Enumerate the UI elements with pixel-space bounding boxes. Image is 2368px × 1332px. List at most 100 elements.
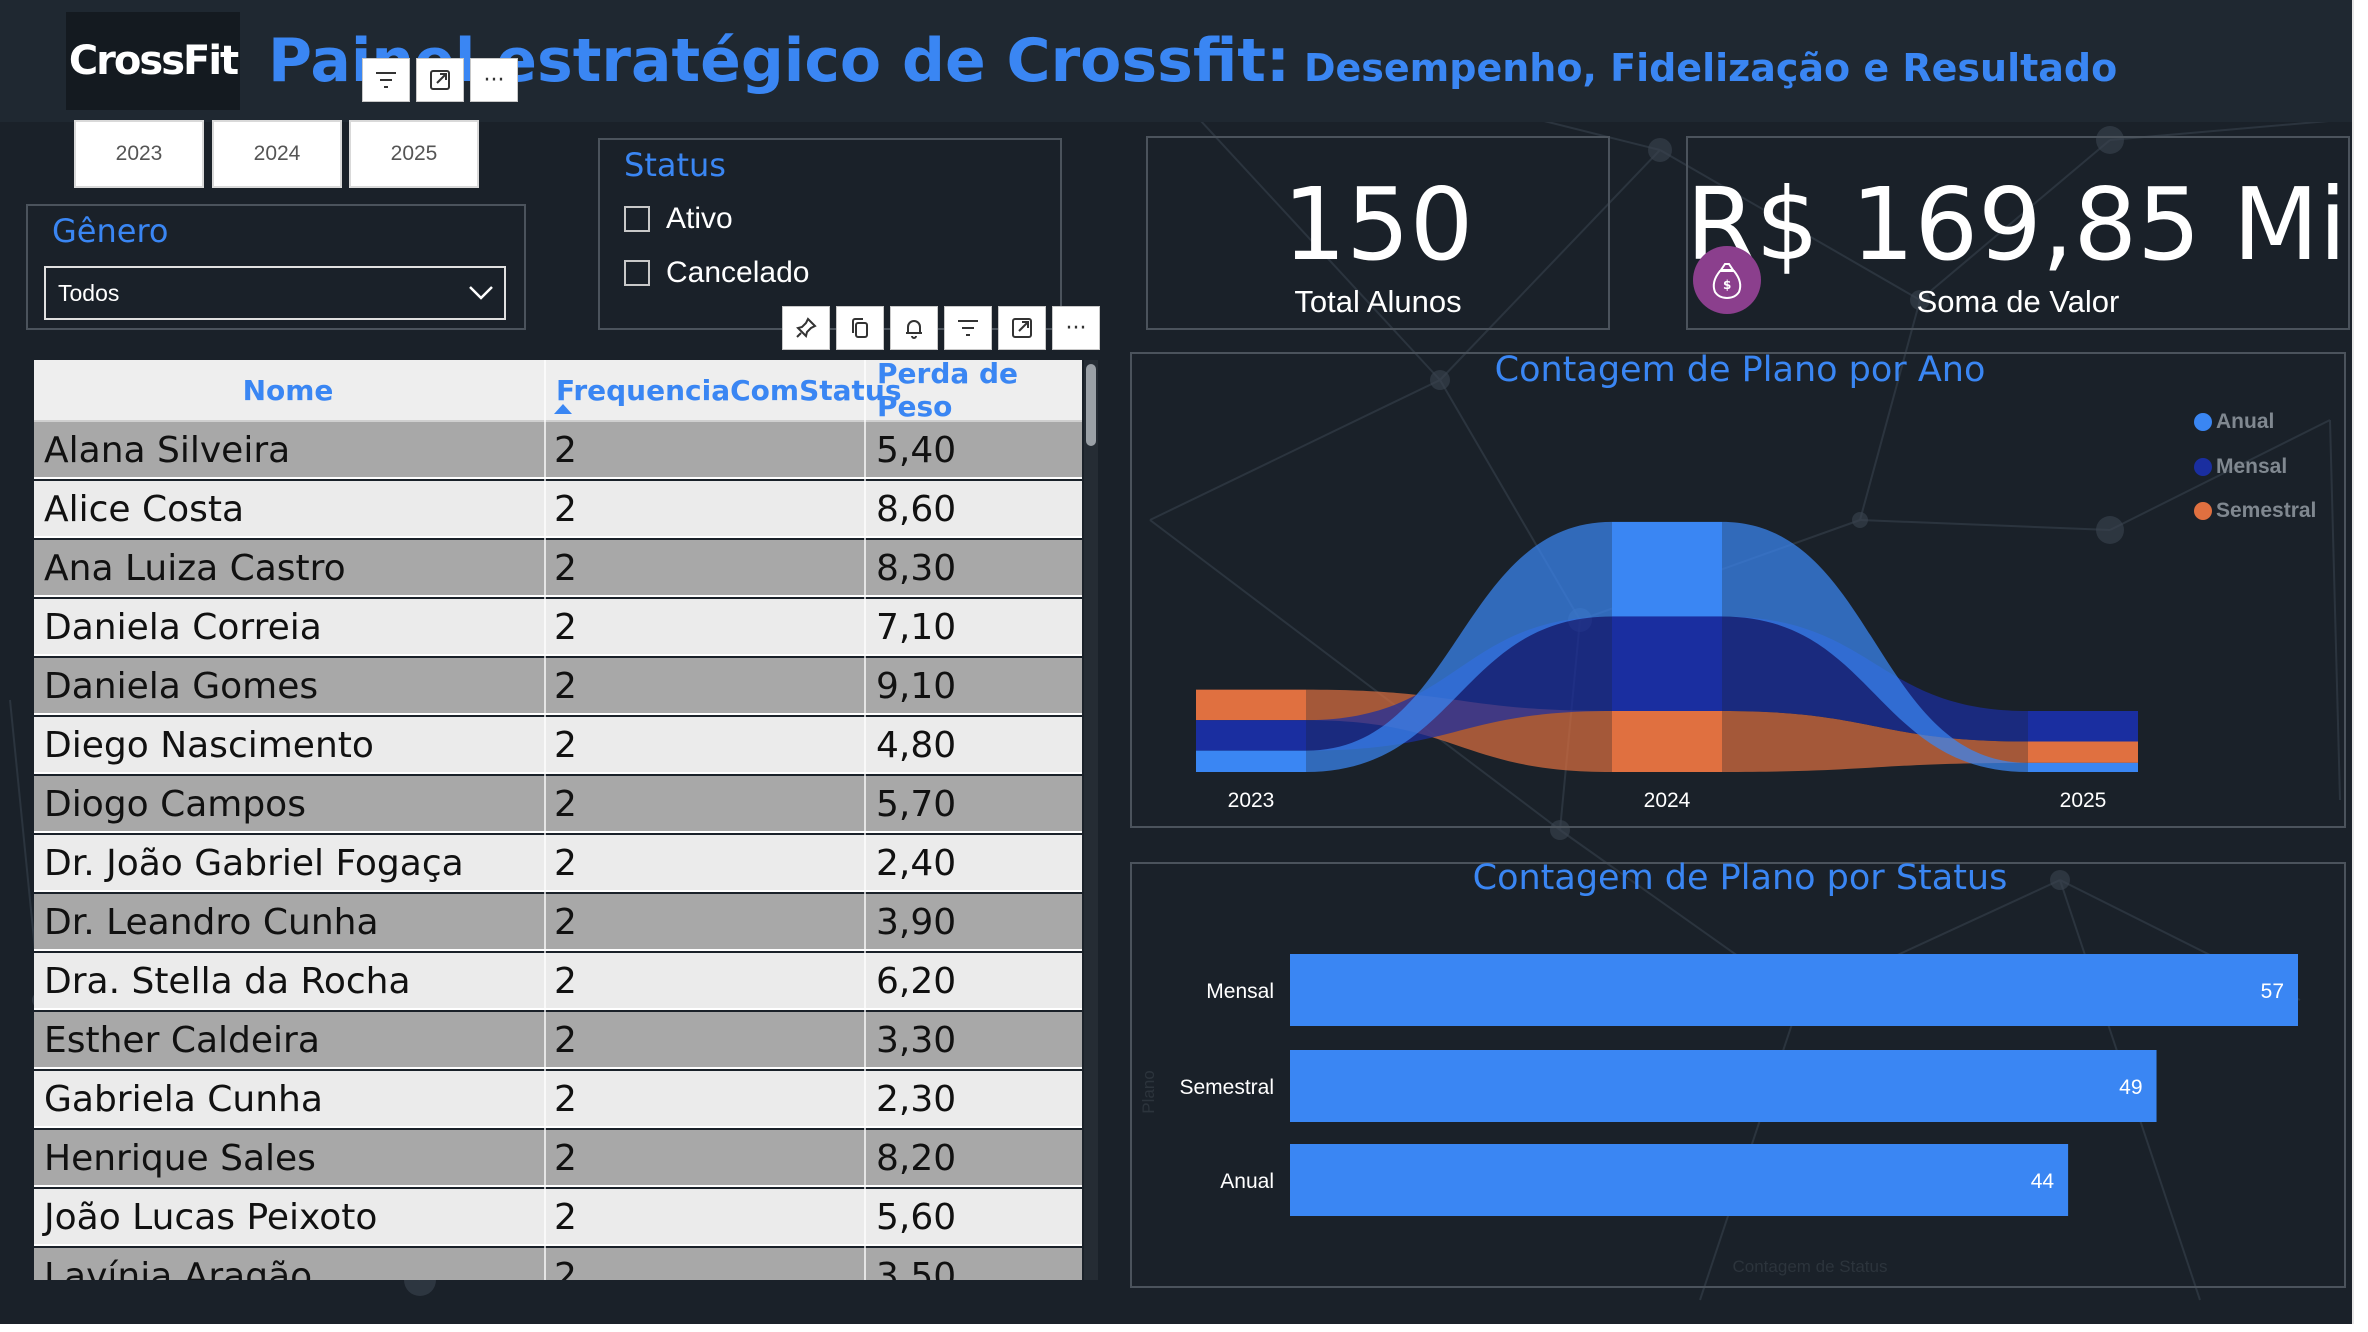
status-option-cancelado[interactable]: Cancelado [624, 256, 809, 290]
ribbon-segment-anual-2025[interactable] [2028, 762, 2138, 772]
table-row[interactable]: Alice Costa 2 8,60 [34, 481, 1082, 538]
kpi-value: R$ 169,85 Mil [1686, 166, 2354, 283]
ribbon-segment-mensal-2023[interactable] [1196, 720, 1306, 751]
legend-item-anual[interactable]: Anual [2194, 410, 2274, 434]
table-header: Nome FrequenciaComStatus Perda de Peso [34, 360, 1082, 423]
table-row[interactable]: João Lucas Peixoto 2 5,60 [34, 1189, 1082, 1246]
y-axis-title: Plano [1139, 1070, 1158, 1113]
table-row[interactable]: Alana Silveira 2 5,40 [34, 422, 1082, 479]
copy-icon[interactable] [836, 306, 884, 350]
table-scrollbar[interactable] [1084, 360, 1098, 1280]
column-divider [864, 360, 866, 1280]
y-tick-label: Anual [1220, 1170, 1274, 1193]
cell-frequencia: 2 [554, 725, 577, 766]
table-row[interactable]: Daniela Correia 2 7,10 [34, 599, 1082, 656]
cell-perda-de-peso: 2,40 [876, 843, 957, 884]
column-header-frequencia[interactable]: FrequenciaComStatus [556, 360, 902, 420]
table-row[interactable]: Diogo Campos 2 5,70 [34, 776, 1082, 833]
status-option-ativo[interactable]: Ativo [624, 202, 733, 236]
cell-nome: Diego Nascimento [44, 725, 374, 766]
cell-frequencia: 2 [554, 843, 577, 884]
x-tick-label: 2025 [2060, 789, 2107, 812]
cell-perda-de-peso: 5,60 [876, 1197, 957, 1238]
legend-item-mensal[interactable]: Mensal [2194, 455, 2287, 479]
year-option-2025[interactable]: 2025 [349, 120, 479, 188]
column-header-perda-de-peso[interactable]: Perda de Peso [877, 360, 1082, 423]
pin-icon[interactable] [782, 306, 830, 350]
money-bag-icon: $ [1693, 246, 1761, 314]
cell-nome: Ana Luiza Castro [44, 548, 346, 589]
cell-frequencia: 2 [554, 784, 577, 825]
bar-mensal[interactable] [1290, 954, 2298, 1026]
data-label: 49 [2119, 1076, 2142, 1099]
table-row[interactable]: Laví­nia Aragão 2 3,50 [34, 1248, 1082, 1280]
ribbon-segment-mensal-2025[interactable] [2028, 711, 2138, 742]
cell-frequencia: 2 [554, 961, 577, 1002]
table-row[interactable]: Dr. João Gabriel Fogaça 2 2,40 [34, 835, 1082, 892]
cell-frequencia: 2 [554, 489, 577, 530]
checkbox[interactable] [624, 206, 650, 232]
cell-frequencia: 2 [554, 1020, 577, 1061]
cell-nome: Esther Caldeira [44, 1020, 320, 1061]
year-option-2024[interactable]: 2024 [212, 120, 342, 188]
cell-nome: Gabriela Cunha [44, 1079, 323, 1120]
ribbon-segment-semestral-2025[interactable] [2028, 741, 2138, 763]
cell-nome: Alice Costa [44, 489, 245, 530]
cell-frequencia: 2 [554, 1079, 577, 1120]
gender-dropdown-value: Todos [58, 279, 120, 306]
cell-nome: Laví­nia Aragão [44, 1256, 313, 1280]
table-row[interactable]: Henrique Sales 2 8,20 [34, 1130, 1082, 1187]
legend-marker [2194, 458, 2212, 476]
table-row[interactable]: Daniela Gomes 2 9,10 [34, 658, 1082, 715]
status-option-label: Cancelado [666, 256, 810, 289]
year-option-2023[interactable]: 2023 [74, 120, 204, 188]
filter-icon[interactable] [362, 58, 410, 102]
bar-anual[interactable] [1290, 1144, 2069, 1216]
ribbon-segment-mensal-2024[interactable] [1612, 616, 1722, 711]
ribbon-segment-anual-2023[interactable] [1196, 750, 1306, 772]
ribbon-segment-semestral-2023[interactable] [1196, 689, 1306, 721]
cell-nome: Henrique Sales [44, 1138, 316, 1179]
legend-label: Anual [2216, 410, 2275, 433]
kpi-label: Total Alunos [1294, 284, 1462, 319]
alert-bell-icon[interactable] [890, 306, 938, 350]
crossfit-logo: CrossFit [66, 12, 240, 110]
more-options-icon[interactable]: ··· [470, 58, 518, 102]
legend-marker [2194, 502, 2212, 520]
ribbon-segment-semestral-2024[interactable] [1612, 711, 1722, 772]
focus-mode-icon[interactable] [416, 58, 464, 102]
ribbon-segment-anual-2024[interactable] [1612, 521, 1722, 617]
cell-frequencia: 2 [554, 1197, 577, 1238]
cell-perda-de-peso: 6,20 [876, 961, 957, 1002]
filter-icon[interactable] [944, 306, 992, 350]
table-row[interactable]: Diego Nascimento 2 4,80 [34, 717, 1082, 774]
table-row[interactable]: Gabriela Cunha 2 2,30 [34, 1071, 1082, 1128]
table-row[interactable]: Dra. Stella da Rocha 2 6,20 [34, 953, 1082, 1010]
cell-frequencia: 2 [554, 607, 577, 648]
cell-perda-de-peso: 3,30 [876, 1020, 957, 1061]
cell-frequencia: 2 [554, 548, 577, 589]
bar-semestral[interactable] [1290, 1050, 2157, 1122]
status-option-label: Ativo [666, 202, 733, 235]
table-row[interactable]: Ana Luiza Castro 2 8,30 [34, 540, 1082, 597]
column-divider [544, 360, 546, 1280]
gender-dropdown[interactable]: Todos [44, 266, 506, 320]
cell-perda-de-peso: 3,50 [876, 1256, 957, 1280]
cell-perda-de-peso: 7,10 [876, 607, 957, 648]
table-row[interactable]: Esther Caldeira 2 3,30 [34, 1012, 1082, 1069]
x-tick-label: 2024 [1644, 789, 1691, 812]
checkbox[interactable] [624, 260, 650, 286]
more-options-icon[interactable]: ··· [1052, 306, 1100, 350]
table-scrollbar-thumb[interactable] [1086, 364, 1096, 446]
svg-text:$: $ [1723, 278, 1731, 292]
cell-frequencia: 2 [554, 430, 577, 471]
legend-item-semestral[interactable]: Semestral [2194, 499, 2316, 523]
table-row[interactable]: Dr. Leandro Cunha 2 3,90 [34, 894, 1082, 951]
report-canvas: CrossFit Painel estratégico de Crossfit:… [0, 0, 2354, 1324]
column-header-nome[interactable]: Nome [34, 360, 542, 420]
cell-perda-de-peso: 3,90 [876, 902, 957, 943]
focus-mode-icon[interactable] [998, 306, 1046, 350]
chevron-down-icon [466, 277, 496, 313]
cell-nome: Dr. João Gabriel Fogaça [44, 843, 464, 884]
cell-nome: Alana Silveira [44, 430, 291, 471]
